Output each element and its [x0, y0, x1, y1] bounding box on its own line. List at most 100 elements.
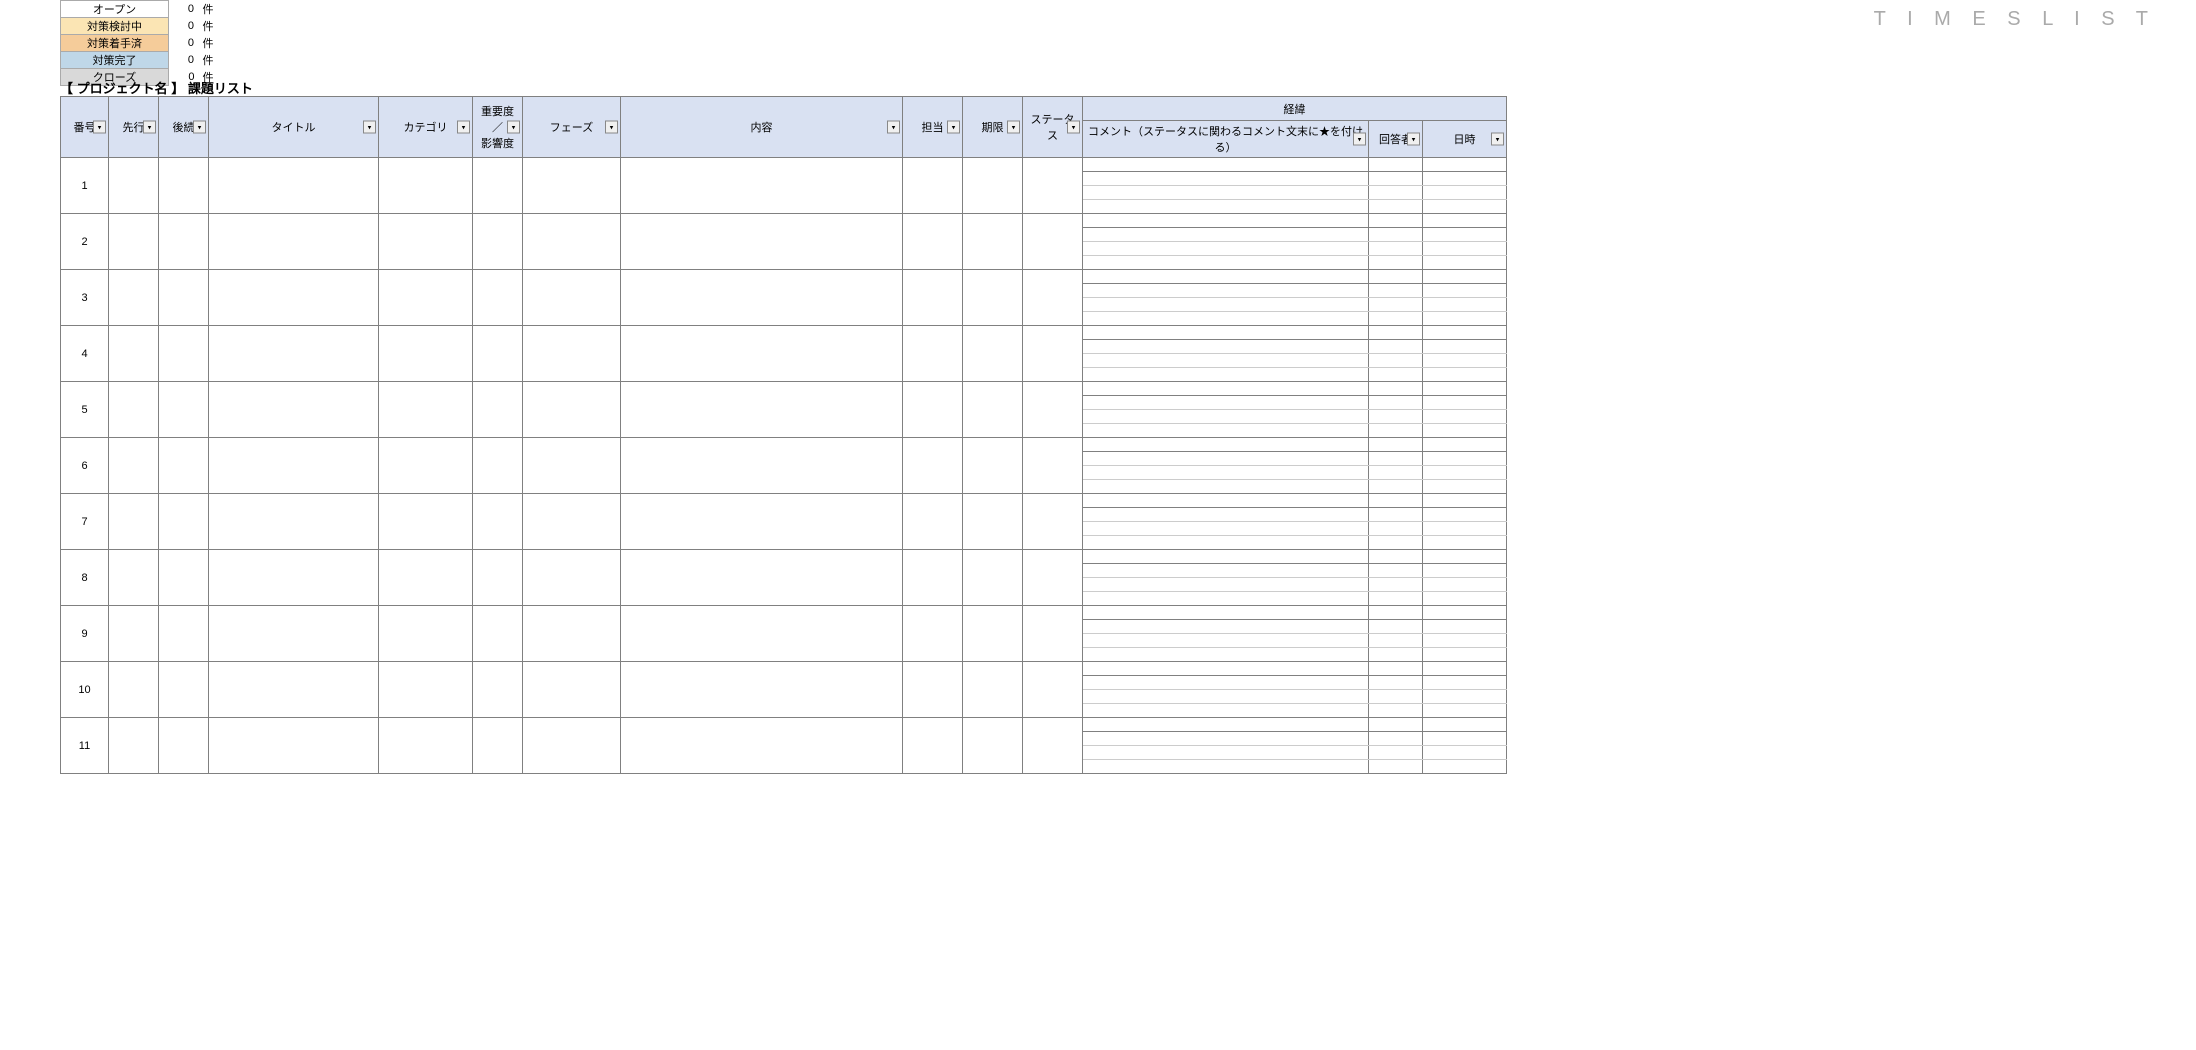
col-header-no[interactable]: 番号▾: [61, 97, 109, 158]
cell-comment[interactable]: [1083, 536, 1369, 550]
col-header-datetime[interactable]: 日時▾: [1423, 121, 1507, 158]
cell-datetime[interactable]: [1423, 158, 1507, 172]
cell-datetime[interactable]: [1423, 704, 1507, 718]
cell-comment[interactable]: [1083, 326, 1369, 340]
cell-comment[interactable]: [1083, 452, 1369, 466]
cell-datetime[interactable]: [1423, 340, 1507, 354]
cell-datetime[interactable]: [1423, 760, 1507, 774]
cell-content[interactable]: [621, 494, 903, 550]
cell-owner[interactable]: [903, 270, 963, 326]
cell-content[interactable]: [621, 214, 903, 270]
cell-due[interactable]: [963, 158, 1023, 214]
cell-comment[interactable]: [1083, 718, 1369, 732]
cell-datetime[interactable]: [1423, 452, 1507, 466]
cell-no[interactable]: 7: [61, 494, 109, 550]
cell-comment[interactable]: [1083, 200, 1369, 214]
cell-phase[interactable]: [523, 662, 621, 718]
cell-datetime[interactable]: [1423, 620, 1507, 634]
cell-responder[interactable]: [1369, 368, 1423, 382]
cell-datetime[interactable]: [1423, 690, 1507, 704]
cell-datetime[interactable]: [1423, 466, 1507, 480]
cell-comment[interactable]: [1083, 676, 1369, 690]
cell-content[interactable]: [621, 550, 903, 606]
cell-comment[interactable]: [1083, 382, 1369, 396]
cell-responder[interactable]: [1369, 382, 1423, 396]
cell-datetime[interactable]: [1423, 578, 1507, 592]
cell-datetime[interactable]: [1423, 606, 1507, 620]
cell-status[interactable]: [1023, 438, 1083, 494]
cell-datetime[interactable]: [1423, 508, 1507, 522]
cell-phase[interactable]: [523, 214, 621, 270]
cell-responder[interactable]: [1369, 522, 1423, 536]
cell-responder[interactable]: [1369, 298, 1423, 312]
cell-comment[interactable]: [1083, 410, 1369, 424]
cell-datetime[interactable]: [1423, 550, 1507, 564]
table-row[interactable]: 2: [61, 214, 1507, 228]
cell-responder[interactable]: [1369, 242, 1423, 256]
cell-owner[interactable]: [903, 606, 963, 662]
cell-priority[interactable]: [473, 606, 523, 662]
cell-due[interactable]: [963, 438, 1023, 494]
cell-responder[interactable]: [1369, 200, 1423, 214]
cell-datetime[interactable]: [1423, 284, 1507, 298]
cell-priority[interactable]: [473, 494, 523, 550]
cell-category[interactable]: [379, 718, 473, 774]
cell-phase[interactable]: [523, 718, 621, 774]
cell-datetime[interactable]: [1423, 746, 1507, 760]
cell-pred[interactable]: [109, 270, 159, 326]
cell-comment[interactable]: [1083, 340, 1369, 354]
cell-responder[interactable]: [1369, 760, 1423, 774]
cell-datetime[interactable]: [1423, 662, 1507, 676]
cell-pred[interactable]: [109, 438, 159, 494]
cell-responder[interactable]: [1369, 564, 1423, 578]
cell-priority[interactable]: [473, 718, 523, 774]
cell-responder[interactable]: [1369, 606, 1423, 620]
cell-succ[interactable]: [159, 382, 209, 438]
cell-owner[interactable]: [903, 158, 963, 214]
cell-datetime[interactable]: [1423, 522, 1507, 536]
filter-dropdown-icon[interactable]: ▾: [507, 121, 520, 134]
cell-comment[interactable]: [1083, 690, 1369, 704]
cell-due[interactable]: [963, 326, 1023, 382]
cell-datetime[interactable]: [1423, 312, 1507, 326]
cell-responder[interactable]: [1369, 634, 1423, 648]
cell-owner[interactable]: [903, 382, 963, 438]
cell-responder[interactable]: [1369, 256, 1423, 270]
col-header-content[interactable]: 内容▾: [621, 97, 903, 158]
filter-dropdown-icon[interactable]: ▾: [1353, 133, 1366, 146]
cell-comment[interactable]: [1083, 494, 1369, 508]
cell-comment[interactable]: [1083, 354, 1369, 368]
cell-no[interactable]: 10: [61, 662, 109, 718]
col-header-pred[interactable]: 先行▾: [109, 97, 159, 158]
cell-due[interactable]: [963, 214, 1023, 270]
cell-succ[interactable]: [159, 550, 209, 606]
cell-pred[interactable]: [109, 158, 159, 214]
cell-owner[interactable]: [903, 550, 963, 606]
cell-status[interactable]: [1023, 718, 1083, 774]
cell-priority[interactable]: [473, 270, 523, 326]
col-header-status[interactable]: ステータス▾: [1023, 97, 1083, 158]
cell-comment[interactable]: [1083, 620, 1369, 634]
cell-status[interactable]: [1023, 214, 1083, 270]
cell-comment[interactable]: [1083, 704, 1369, 718]
cell-datetime[interactable]: [1423, 634, 1507, 648]
cell-comment[interactable]: [1083, 270, 1369, 284]
cell-phase[interactable]: [523, 270, 621, 326]
cell-status[interactable]: [1023, 382, 1083, 438]
cell-pred[interactable]: [109, 606, 159, 662]
cell-comment[interactable]: [1083, 186, 1369, 200]
cell-pred[interactable]: [109, 214, 159, 270]
cell-responder[interactable]: [1369, 508, 1423, 522]
cell-category[interactable]: [379, 326, 473, 382]
cell-owner[interactable]: [903, 718, 963, 774]
cell-datetime[interactable]: [1423, 228, 1507, 242]
cell-phase[interactable]: [523, 382, 621, 438]
cell-owner[interactable]: [903, 662, 963, 718]
table-row[interactable]: 11: [61, 718, 1507, 732]
cell-datetime[interactable]: [1423, 186, 1507, 200]
cell-comment[interactable]: [1083, 480, 1369, 494]
cell-category[interactable]: [379, 494, 473, 550]
cell-title[interactable]: [209, 270, 379, 326]
cell-comment[interactable]: [1083, 284, 1369, 298]
cell-priority[interactable]: [473, 662, 523, 718]
